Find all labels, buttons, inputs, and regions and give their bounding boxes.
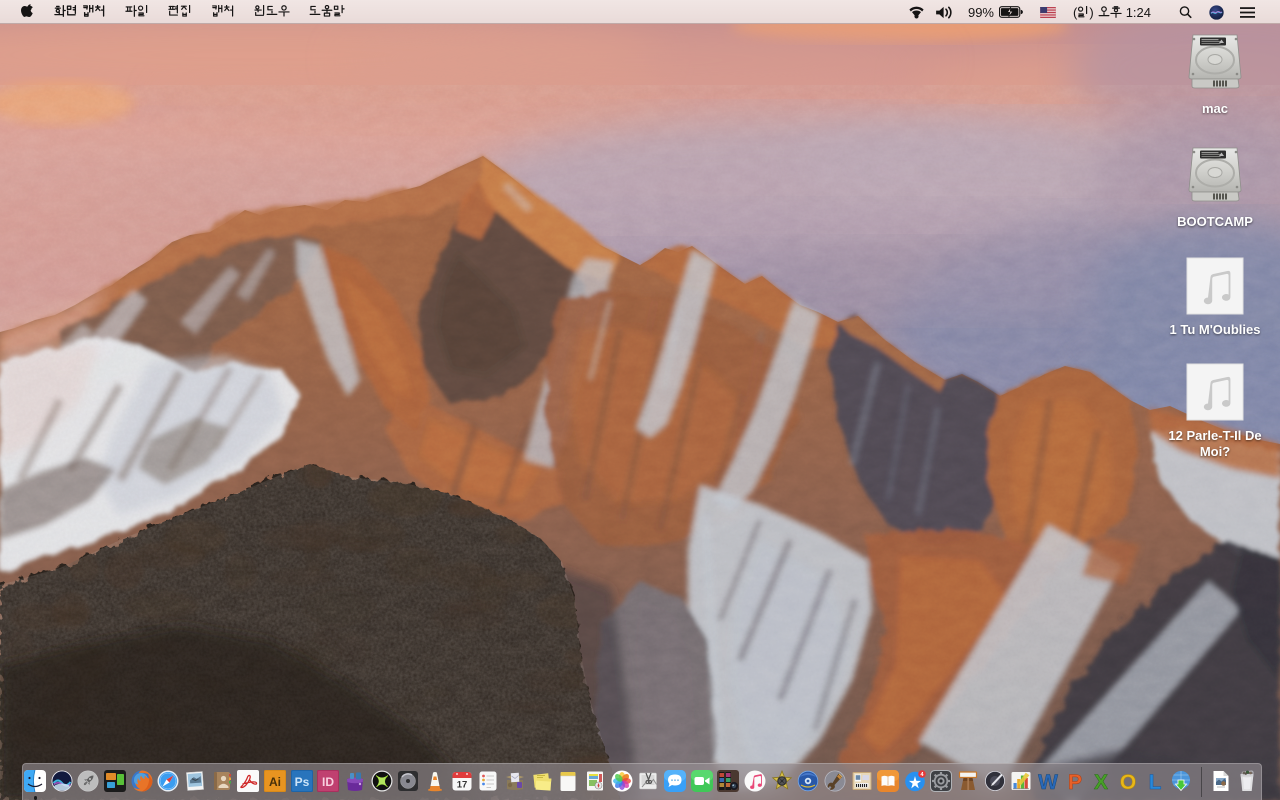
svg-text:W: W	[1038, 771, 1058, 792]
svg-text:O: O	[1120, 771, 1136, 792]
svg-text:Ai: Ai	[269, 775, 281, 789]
svg-text:X: X	[1094, 771, 1108, 792]
svg-text:P: P	[1068, 771, 1082, 792]
svg-text:ID: ID	[322, 775, 334, 789]
svg-text:L: L	[1148, 771, 1161, 792]
svg-text:17: 17	[456, 780, 467, 791]
svg-text:Ps: Ps	[294, 775, 309, 789]
